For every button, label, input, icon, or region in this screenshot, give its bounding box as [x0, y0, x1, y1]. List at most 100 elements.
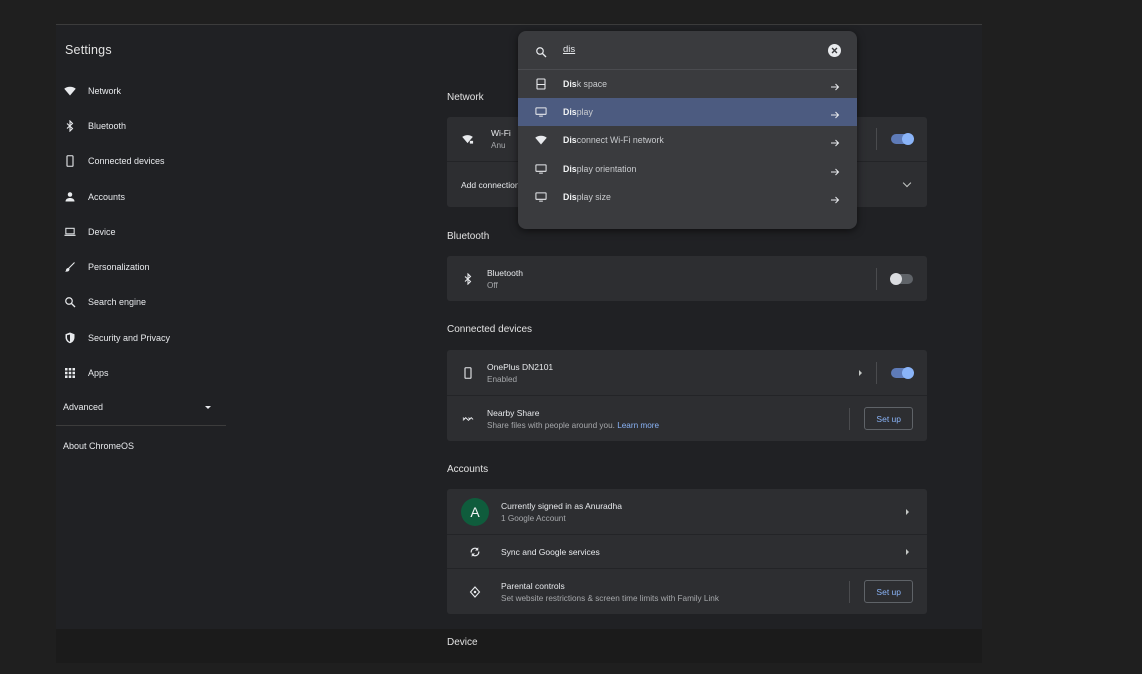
search-input[interactable]: dis — [563, 44, 575, 55]
sidebar-item-network[interactable]: Network — [56, 73, 226, 108]
laptop-icon — [64, 226, 76, 238]
section-title-accounts: Accounts — [447, 464, 489, 475]
bluetooth-toggle[interactable] — [890, 272, 913, 285]
caret-down-icon — [205, 405, 211, 409]
storage-icon — [535, 78, 547, 90]
parental-setup-button[interactable]: Set up — [864, 580, 913, 603]
sidebar-item-label: Connected devices — [88, 156, 165, 167]
search-result-disconnect-wifi[interactable]: Disconnect Wi-Fi network — [518, 126, 857, 154]
accounts-card: A Currently signed in as Anuradha 1 Goog… — [447, 489, 927, 614]
sidebar-item-personalization[interactable]: Personalization — [56, 249, 226, 284]
wifi-icon — [64, 85, 76, 97]
shield-icon — [64, 332, 76, 344]
search-icon — [535, 45, 547, 58]
sync-row[interactable]: Sync and Google services — [447, 534, 927, 568]
bluetooth-title: Bluetooth — [487, 267, 523, 278]
signed-in-sub: 1 Google Account — [501, 513, 566, 523]
display-icon — [535, 191, 547, 203]
sidebar-divider — [56, 425, 226, 426]
result-rest: play — [576, 107, 593, 118]
sidebar-item-accounts[interactable]: Accounts — [56, 179, 226, 214]
phone-row[interactable]: OnePlus DN2101 Enabled — [447, 350, 927, 395]
section-title-device: Device — [447, 637, 478, 648]
sync-icon — [469, 546, 481, 558]
arrow-forward-icon — [830, 164, 840, 176]
brush-icon — [64, 261, 76, 273]
connected-devices-card: OnePlus DN2101 Enabled Nearby Share Shar… — [447, 350, 927, 441]
bluetooth-status: Off — [487, 280, 498, 290]
wifi-title: Wi-Fi — [491, 128, 511, 138]
sidebar-item-device[interactable]: Device — [56, 214, 226, 249]
chevron-down-icon — [902, 178, 912, 187]
result-rest: connect Wi-Fi network — [576, 135, 664, 146]
search-result-display-orientation[interactable]: Display orientation — [518, 155, 857, 183]
learn-more-link[interactable]: Learn more — [617, 421, 659, 430]
nearby-share-title: Nearby Share — [487, 407, 540, 418]
nearby-setup-button[interactable]: Set up — [864, 407, 913, 430]
arrow-forward-icon — [830, 107, 840, 119]
sidebar-item-label: Security and Privacy — [88, 332, 171, 343]
nearby-share-row[interactable]: Nearby Share Share files with people aro… — [447, 395, 927, 441]
add-connection-label: Add connection — [461, 179, 520, 190]
advanced-label: Advanced — [63, 402, 104, 412]
close-icon — [831, 47, 838, 54]
nearby-share-icon — [462, 413, 474, 425]
parental-controls-row[interactable]: Parental controls Set website restrictio… — [447, 568, 927, 614]
sidebar-item-label: Apps — [88, 368, 109, 379]
sidebar-item-bluetooth[interactable]: Bluetooth — [56, 108, 226, 143]
signed-in-row[interactable]: A Currently signed in as Anuradha 1 Goog… — [447, 489, 927, 534]
display-icon — [535, 163, 547, 175]
sidebar-item-connected-devices[interactable]: Connected devices — [56, 144, 226, 179]
sidebar-item-label: Accounts — [88, 191, 126, 202]
result-match: Dis — [563, 135, 577, 146]
search-icon — [64, 296, 76, 308]
sidebar-item-label: Device — [88, 226, 116, 237]
section-title-connected-devices: Connected devices — [447, 324, 533, 335]
result-match: Dis — [563, 79, 577, 90]
result-match: Dis — [563, 107, 577, 118]
search-result-display[interactable]: Display — [518, 98, 857, 127]
result-match: Dis — [563, 163, 577, 174]
clear-search-button[interactable] — [828, 44, 841, 57]
bluetooth-row[interactable]: Bluetooth Off — [447, 256, 927, 301]
signed-in-title: Currently signed in as Anuradha — [501, 500, 622, 511]
phone-hub-toggle[interactable] — [891, 366, 914, 379]
parental-controls-icon — [469, 585, 481, 598]
arrow-right-icon[interactable] — [859, 369, 862, 376]
parental-controls-title: Parental controls — [501, 580, 565, 591]
divider — [876, 267, 877, 290]
divider — [876, 128, 877, 150]
wifi-icon — [535, 134, 547, 146]
phone-status: Enabled — [487, 374, 518, 384]
section-title-network: Network — [447, 92, 484, 103]
sidebar-advanced-toggle[interactable]: Advanced — [63, 400, 213, 414]
sidebar-nav: Network Bluetooth Connected devices Acco… — [56, 73, 226, 391]
phone-name: OnePlus DN2101 — [487, 361, 554, 372]
search-result-display-size[interactable]: Display size — [518, 183, 857, 211]
sidebar-item-security[interactable]: Security and Privacy — [56, 320, 226, 355]
result-rest: k space — [576, 79, 608, 90]
display-icon — [535, 106, 547, 118]
phone-icon — [462, 366, 474, 379]
avatar: A — [461, 497, 489, 526]
result-rest: play size — [576, 191, 611, 202]
sidebar-item-about[interactable]: About ChromeOS — [63, 441, 134, 451]
wifi-locked-icon — [462, 133, 474, 145]
sidebar-item-search-engine[interactable]: Search engine — [56, 285, 226, 320]
apps-grid-icon — [64, 367, 76, 379]
sidebar-item-label: Network — [88, 85, 122, 96]
arrow-right-icon — [906, 508, 909, 515]
bottom-shade — [56, 629, 982, 663]
arrow-right-icon — [906, 548, 909, 555]
search-box[interactable]: dis — [518, 31, 857, 70]
search-dropdown: dis Disk space Display Disconnect Wi-Fi … — [518, 31, 857, 229]
wifi-network-name: Anu — [491, 141, 506, 150]
wifi-toggle[interactable] — [891, 133, 914, 145]
sidebar-item-label: Search engine — [88, 297, 147, 308]
search-result-disk-space[interactable]: Disk space — [518, 70, 857, 98]
divider — [849, 580, 851, 603]
arrow-forward-icon — [830, 135, 840, 147]
arrow-forward-icon — [830, 192, 840, 204]
sidebar-item-apps[interactable]: Apps — [56, 355, 226, 390]
sidebar-item-label: Personalization — [88, 262, 150, 273]
